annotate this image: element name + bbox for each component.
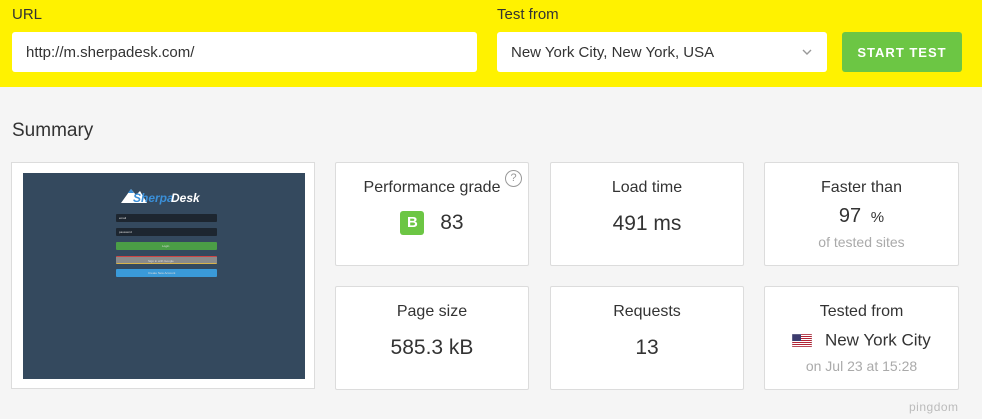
grade-badge: B bbox=[400, 211, 425, 236]
chevron-down-icon bbox=[802, 49, 812, 55]
us-flag-icon bbox=[792, 334, 813, 348]
performance-grade-value: B 83 bbox=[336, 211, 528, 236]
tested-from-date: on Jul 23 at 15:28 bbox=[805, 358, 918, 374]
tested-from-location: New York City bbox=[765, 330, 958, 351]
performance-score: 83 bbox=[440, 211, 464, 235]
test-form-bar: URL Test from New York City, New York, U… bbox=[0, 0, 982, 87]
logo-text-desk: Desk bbox=[171, 191, 201, 205]
thumb-create-account-button: Create New Account bbox=[116, 269, 217, 277]
test-from-value: New York City, New York, USA bbox=[511, 43, 715, 61]
requests-card: Requests 13 bbox=[550, 286, 744, 390]
pingdom-logo: pingdom bbox=[909, 400, 959, 414]
load-time-value: 491 ms bbox=[612, 212, 682, 235]
test-from-label: Test from bbox=[497, 6, 559, 23]
logo-text-sherpa: Sherpa bbox=[133, 191, 174, 205]
url-input[interactable] bbox=[12, 32, 477, 72]
help-icon[interactable]: ? bbox=[505, 170, 522, 187]
faster-than-card: Faster than 97 % of tested sites bbox=[764, 162, 959, 266]
tested-from-city: New York City bbox=[824, 330, 931, 350]
thumb-login-button: Login bbox=[116, 242, 217, 250]
faster-than-unit: % bbox=[870, 209, 885, 226]
faster-than-sub: of tested sites bbox=[818, 234, 905, 250]
summary-title: Summary bbox=[12, 120, 94, 141]
url-label: URL bbox=[12, 6, 43, 23]
sherpadesk-logo: Sherpa Desk bbox=[121, 189, 201, 205]
page-size-value: 585.3 kB bbox=[390, 336, 474, 359]
thumb-email-field: email bbox=[116, 214, 217, 222]
load-time-label: Load time bbox=[611, 179, 683, 196]
load-time-card: Load time 491 ms bbox=[550, 162, 744, 266]
start-test-button[interactable]: START TEST bbox=[842, 32, 962, 72]
faster-than-percent: 97 bbox=[838, 205, 862, 227]
requests-label: Requests bbox=[613, 303, 681, 320]
page-screenshot-card: Sherpa Desk email password Login Sign in… bbox=[11, 162, 315, 389]
thumb-password-field: password bbox=[116, 228, 217, 236]
test-from-select[interactable]: New York City, New York, USA bbox=[497, 32, 827, 72]
thumb-google-button: Sign in with Google bbox=[116, 256, 217, 264]
faster-than-value: 97 % bbox=[765, 205, 958, 228]
page-size-label: Page size bbox=[396, 303, 468, 320]
faster-than-label: Faster than bbox=[821, 179, 902, 196]
requests-value: 13 bbox=[635, 336, 659, 359]
performance-grade-label: Performance grade bbox=[363, 179, 501, 196]
performance-grade-card: Performance grade ? B 83 bbox=[335, 162, 529, 266]
tested-from-label: Tested from bbox=[819, 303, 904, 320]
tested-from-card: Tested from New York City on Jul 23 at 1… bbox=[764, 286, 959, 390]
page-screenshot: Sherpa Desk email password Login Sign in… bbox=[23, 173, 305, 379]
page-size-card: Page size 585.3 kB bbox=[335, 286, 529, 390]
